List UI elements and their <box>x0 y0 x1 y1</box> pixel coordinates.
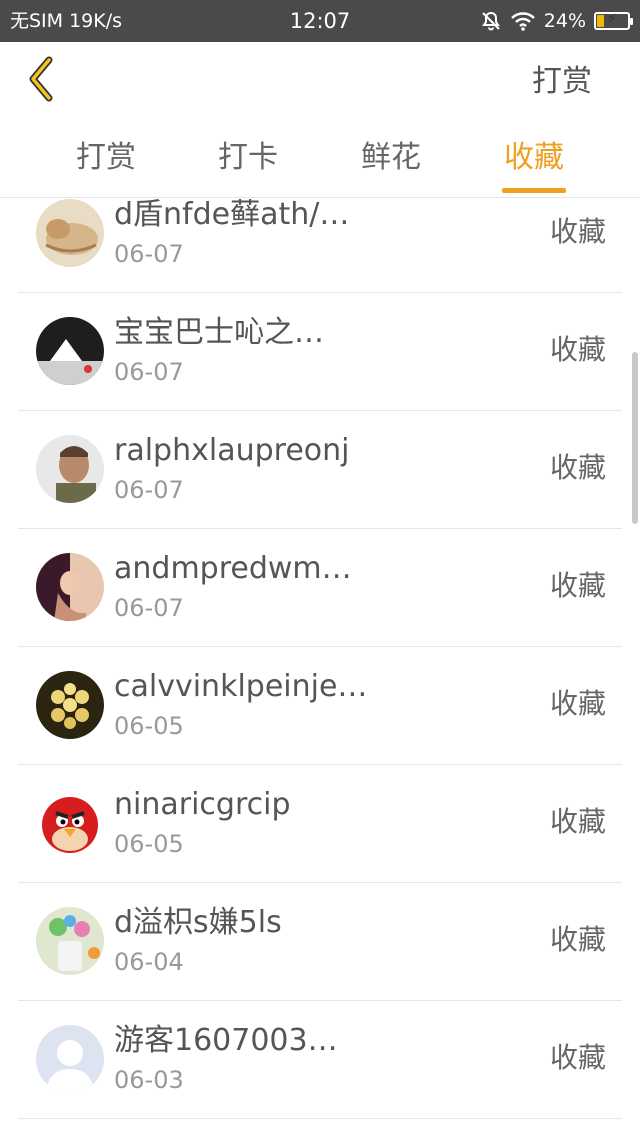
favorite-label: 收藏 <box>549 451 606 484</box>
user-name: d溢枳s嫌5ls <box>114 905 282 940</box>
status-right: 24% ⚡ <box>480 8 633 34</box>
battery-percent: 24% <box>543 10 586 32</box>
tab-reward[interactable]: 打赏 <box>46 136 166 180</box>
list-item[interactable]: d盾nfde藓ath/… 06-07 收藏 <box>18 199 622 293</box>
user-name: d盾nfde藓ath/… <box>114 199 350 232</box>
favorite-label: 收藏 <box>549 687 606 720</box>
status-bar: 无SIM 19K/s 12:07 24% ⚡ <box>0 0 640 42</box>
favorite-label: 收藏 <box>549 923 606 956</box>
favorite-label: 收藏 <box>549 215 606 248</box>
avatar[interactable] <box>36 671 104 739</box>
favorite-label: 收藏 <box>549 805 606 838</box>
item-date: 06-07 <box>114 240 184 268</box>
favorite-label: 收藏 <box>549 569 606 602</box>
tab-flowers[interactable]: 鲜花 <box>331 136 451 180</box>
user-name: calvvinklpeinje… <box>114 669 364 704</box>
list-item[interactable]: andmpredwm… 06-07 收藏 <box>18 529 622 647</box>
avatar[interactable] <box>36 1025 104 1093</box>
wifi-icon <box>510 10 536 32</box>
avatar[interactable] <box>36 317 104 385</box>
scrollbar[interactable] <box>632 352 638 524</box>
favorites-list[interactable]: d盾nfde藓ath/… 06-07 收藏 宝宝巴士吣之… 06-07 收藏 r… <box>18 199 622 1138</box>
item-date: 06-07 <box>114 476 184 504</box>
user-name: ralphxlaupreonj <box>114 433 350 468</box>
tab-bar: 打赏 打卡 鲜花 收藏 <box>0 122 640 198</box>
reward-action-button[interactable]: 打赏 <box>532 62 592 102</box>
tab-favorites[interactable]: 收藏 <box>474 136 594 180</box>
tab-checkin[interactable]: 打卡 <box>188 136 308 180</box>
avatar[interactable] <box>36 553 104 621</box>
back-button[interactable] <box>20 56 64 106</box>
active-tab-indicator <box>502 188 566 193</box>
chevron-left-icon <box>25 56 59 106</box>
user-name: 游客1607003… <box>114 1023 338 1058</box>
avatar[interactable] <box>36 199 104 267</box>
user-name: 宝宝巴士吣之… <box>114 315 324 350</box>
avatar[interactable] <box>36 435 104 503</box>
list-item[interactable]: 宝宝巴士吣之… 06-07 收藏 <box>18 293 622 411</box>
charging-bolt-icon: ⚡ <box>607 12 617 27</box>
avatar[interactable] <box>36 789 104 857</box>
list-item[interactable]: d溢枳s嫌5ls 06-04 收藏 <box>18 883 622 1001</box>
item-date: 06-05 <box>114 712 184 740</box>
top-app-bar: 打赏 <box>0 42 640 122</box>
list-item[interactable]: ninaricgrcip 06-05 收藏 <box>18 765 622 883</box>
bell-muted-icon <box>480 10 502 32</box>
battery-charging-icon: ⚡ <box>594 12 633 30</box>
default-user-icon <box>36 1025 104 1093</box>
item-date: 06-03 <box>114 1066 184 1094</box>
list-item[interactable]: ralphxlaupreonj 06-07 收藏 <box>18 411 622 529</box>
list-item[interactable]: calvvinklpeinje… 06-05 收藏 <box>18 647 622 765</box>
user-name: ninaricgrcip <box>114 787 291 822</box>
list-item[interactable]: 游客1607003… 06-03 收藏 <box>18 1001 622 1119</box>
item-date: 06-07 <box>114 594 184 622</box>
user-name: andmpredwm… <box>114 551 352 586</box>
avatar[interactable] <box>36 907 104 975</box>
item-date: 06-05 <box>114 830 184 858</box>
favorite-label: 收藏 <box>549 1041 606 1074</box>
item-date: 06-07 <box>114 358 184 386</box>
favorite-label: 收藏 <box>549 333 606 366</box>
item-date: 06-04 <box>114 948 184 976</box>
